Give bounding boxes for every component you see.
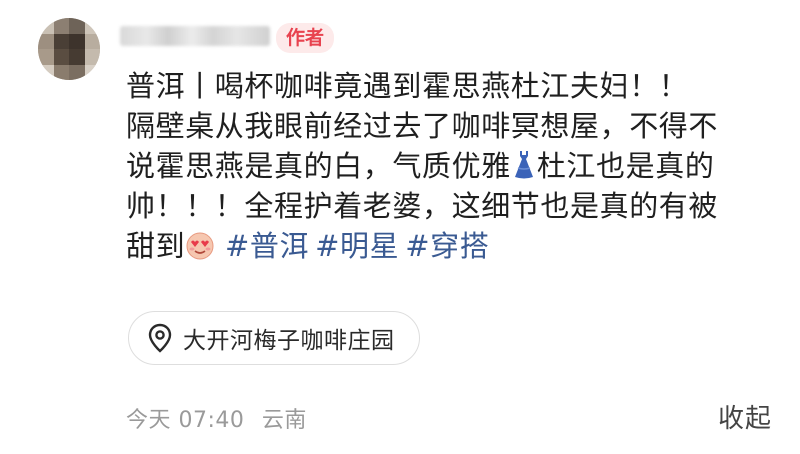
post-time: 今天 07:40 xyxy=(126,408,245,433)
post-line-3-tail: 杜江也是真的 xyxy=(536,149,715,183)
username-blurred[interactable] xyxy=(120,26,270,46)
dress-icon xyxy=(511,150,537,180)
comment-card: 作者 普洱丨喝杯咖啡竟遇到霍思燕杜江夫妇！！ 隔壁桌从我眼前经过去了咖啡冥想屋，… xyxy=(0,0,800,454)
hashtag-puer[interactable]: #普洱 xyxy=(225,229,309,263)
location-chip[interactable]: 大开河梅子咖啡庄园 xyxy=(128,311,420,365)
post-meta: 今天 07:40 云南 xyxy=(126,402,307,434)
collapse-button[interactable]: 收起 xyxy=(718,398,772,435)
post-line-3-text: 说霍思燕是真的白，气质优雅 xyxy=(126,149,511,183)
post-line-4: 帅！！！全程护着老婆，这细节也是真的有被 xyxy=(126,189,719,223)
hashtag-outfit[interactable]: #穿搭 xyxy=(405,229,489,263)
location-name: 大开河梅子咖啡庄园 xyxy=(183,328,395,354)
post-line-2: 隔壁桌从我眼前经过去了咖啡冥想屋，不得不 xyxy=(126,109,719,143)
post-content: 普洱丨喝杯咖啡竟遇到霍思燕杜江夫妇！！ 隔壁桌从我眼前经过去了咖啡冥想屋，不得不… xyxy=(126,66,786,266)
hashtag-celebrity[interactable]: #明星 xyxy=(315,229,399,263)
post-line-5: 甜到 #普洱 #明星 #穿搭 xyxy=(126,226,786,266)
post-line-1: 普洱丨喝杯咖啡竟遇到霍思燕杜江夫妇！！ xyxy=(126,69,689,103)
post-line-5-text: 甜到 xyxy=(126,229,186,263)
author-badge: 作者 xyxy=(276,23,335,53)
post-line-3: 说霍思燕是真的白，气质优雅 杜江也是真的 xyxy=(126,146,786,186)
avatar[interactable] xyxy=(38,18,100,80)
post-region: 云南 xyxy=(261,408,307,433)
location-pin-icon xyxy=(147,323,173,353)
heart-eyes-face-icon xyxy=(185,230,215,260)
